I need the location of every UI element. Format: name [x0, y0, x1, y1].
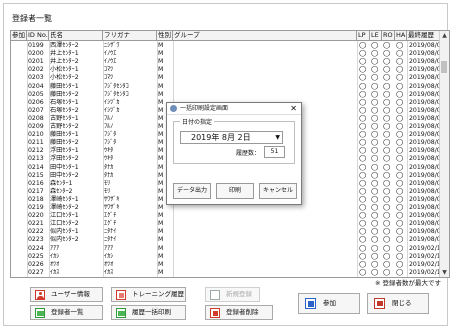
history-count-label: 履歴数：	[236, 150, 261, 157]
dialog-titlebar[interactable]: 一括印刷設定画面 ✕	[167, 103, 301, 115]
date-group: 日付の指定 2019年 8月 2日 ▼ 履歴数： 51	[173, 117, 295, 164]
column-header-last-history[interactable]: 最終履歴	[407, 31, 440, 40]
date-value: 2019年 8月 2日	[191, 133, 251, 142]
user-icon	[35, 290, 45, 300]
close-button[interactable]: 閉じる	[367, 293, 429, 314]
app-icon	[170, 105, 177, 112]
column-header-sex[interactable]: 性別	[157, 31, 173, 40]
cell-kana: ｳｸｳ	[103, 276, 157, 278]
delete-icon	[210, 308, 220, 318]
data-output-button[interactable]: データ出力	[173, 183, 211, 199]
date-picker[interactable]: 2019年 8月 2日 ▼	[180, 131, 283, 144]
column-header-id[interactable]: ID No.	[27, 31, 49, 40]
column-header-join[interactable]: 参加	[11, 31, 27, 40]
cell-lp: ◯	[358, 276, 370, 277]
cell-sex: M	[157, 276, 173, 278]
close-label: 閉じる	[392, 299, 412, 307]
join-button[interactable]: 参加	[298, 293, 360, 314]
user-info-button[interactable]: ユーザー情報	[30, 287, 103, 302]
date-group-label: 日付の指定	[180, 117, 215, 126]
column-header-kana[interactable]: フリガナ	[103, 31, 157, 40]
cell-group	[173, 276, 357, 277]
table-scrollbar[interactable]: ▲ ▼	[439, 31, 449, 277]
dropdown-arrow-icon[interactable]: ▼	[275, 132, 280, 143]
cancel-button[interactable]: キャンセル	[259, 183, 297, 199]
user-info-label: ユーザー情報	[51, 290, 90, 298]
print-button[interactable]: 印刷	[216, 183, 254, 199]
bulk-print-icon	[116, 308, 126, 318]
new-register-button[interactable]: 新規登録	[205, 287, 260, 302]
column-header-name[interactable]: 氏名	[49, 31, 103, 40]
training-history-label: トレーニング履歴	[132, 290, 184, 298]
close-icon	[374, 298, 385, 309]
training-history-icon	[116, 290, 126, 300]
scrollbar-thumb[interactable]	[441, 61, 447, 73]
cell-join	[11, 276, 27, 277]
max-registrant-note: ※ 登録者数が最大です	[374, 279, 441, 287]
registrant-list-button[interactable]: 登録者一覧	[30, 305, 103, 320]
column-header-lp[interactable]: LP	[357, 31, 370, 40]
dialog-title: 一括印刷設定画面	[180, 105, 229, 112]
column-header-group[interactable]: グループ	[173, 31, 357, 40]
page-title: 登録者一覧	[12, 14, 52, 23]
bulk-print-dialog: 一括印刷設定画面 ✕ 日付の指定 2019年 8月 2日 ▼ 履歴数： 51 デ…	[166, 102, 302, 205]
join-label: 参加	[323, 299, 336, 307]
new-register-label: 新規登録	[226, 290, 252, 298]
registrant-list-label: 登録者一覧	[51, 308, 84, 316]
history-count-value: 51	[264, 146, 285, 158]
history-bulk-print-label: 履歴一括印刷	[132, 308, 171, 316]
join-icon	[305, 298, 316, 309]
delete-registrant-button[interactable]: 登録者削除	[205, 305, 273, 320]
column-header-le[interactable]: LE	[370, 31, 382, 40]
table-header: 参加 ID No. 氏名 フリガナ 性別 グループ LP LE RO HA 最終…	[11, 31, 449, 41]
training-history-button[interactable]: トレーニング履歴	[111, 287, 186, 302]
app-window: 登録者一覧 参加 ID No. 氏名 フリガナ 性別 グループ LP LE RO…	[0, 0, 450, 327]
column-header-ha[interactable]: HA	[395, 31, 407, 40]
history-bulk-print-button[interactable]: 履歴一括印刷	[111, 305, 186, 320]
cell-name: ｳｸｳ	[49, 276, 103, 278]
new-register-icon	[210, 290, 220, 300]
cell-id: 0228	[27, 276, 49, 278]
scroll-down-arrow-icon[interactable]: ▼	[440, 268, 449, 277]
dialog-close-icon[interactable]: ✕	[290, 103, 297, 114]
registrant-list-icon	[35, 308, 45, 318]
scroll-up-arrow-icon[interactable]: ▲	[440, 31, 449, 40]
delete-registrant-label: 登録者削除	[226, 308, 259, 316]
column-header-ro[interactable]: RO	[382, 31, 395, 40]
